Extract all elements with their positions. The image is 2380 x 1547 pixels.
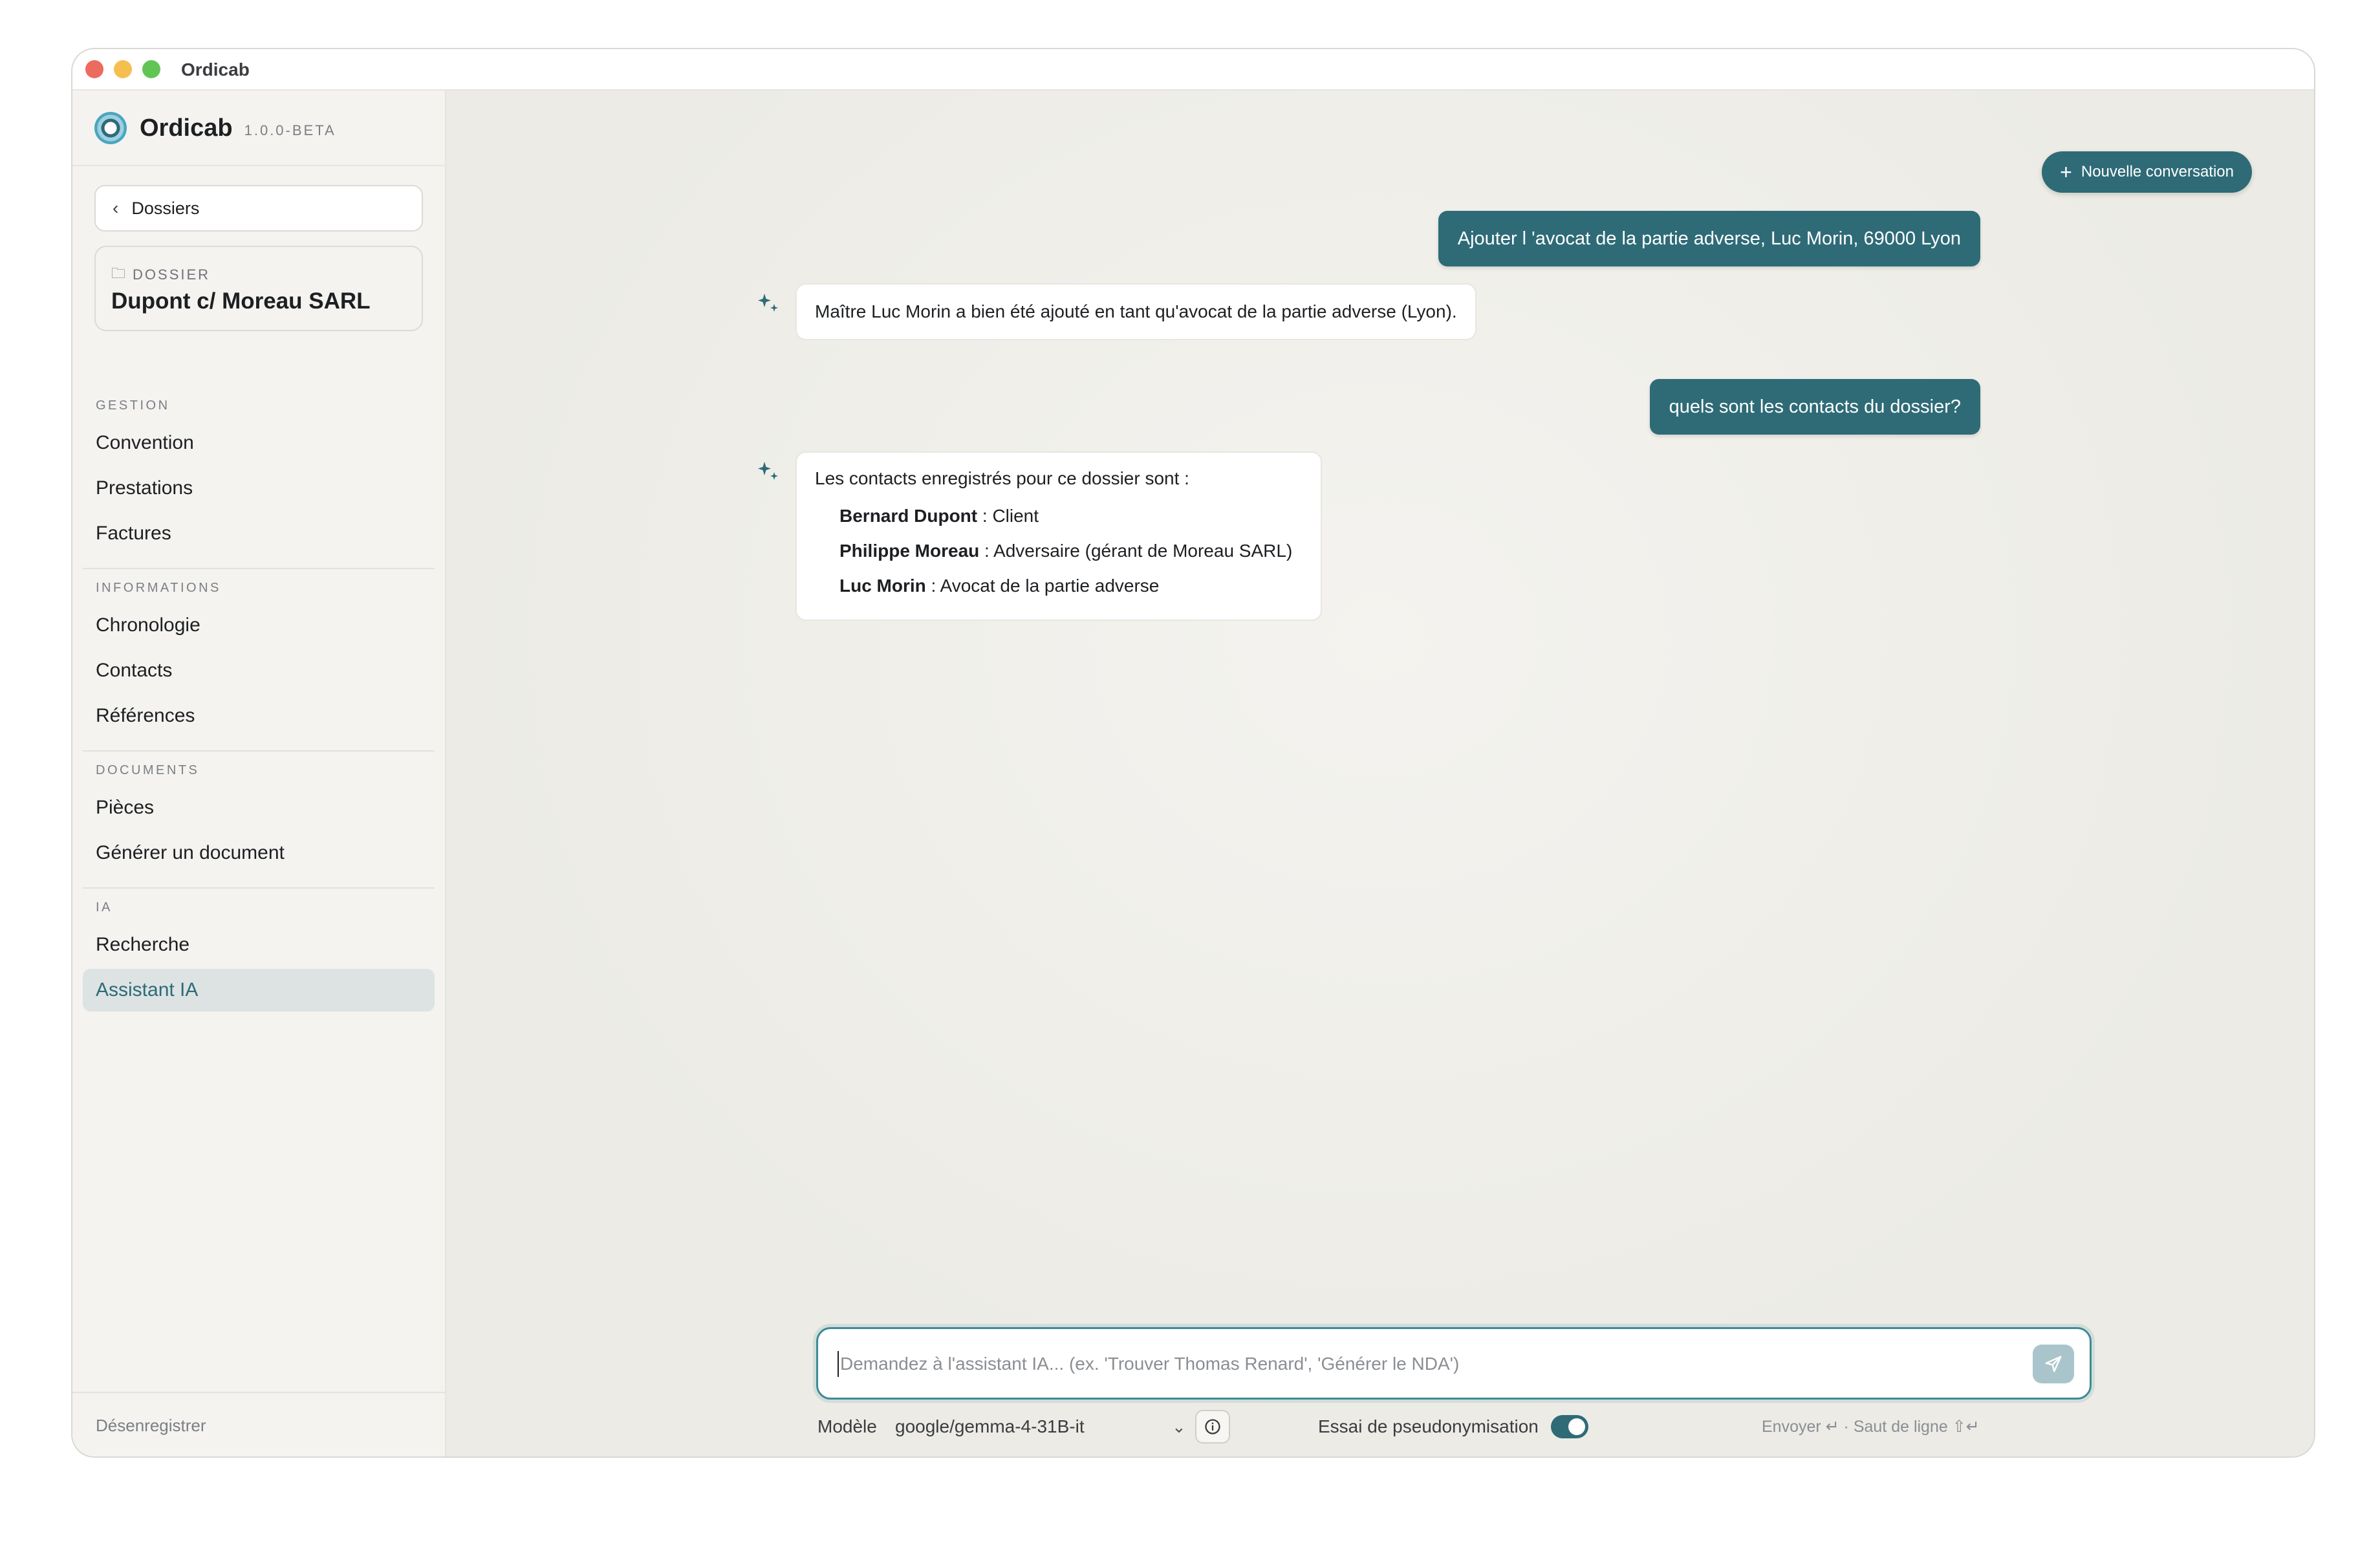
model-info-button[interactable] (1195, 1410, 1230, 1444)
minimize-window-button[interactable] (114, 60, 132, 78)
contact-desc: : Avocat de la partie adverse (925, 576, 1160, 596)
toggle-knob (1568, 1418, 1585, 1435)
zoom-window-button[interactable] (142, 60, 160, 78)
ordicab-logo-icon (94, 112, 127, 144)
dossier-card: 🗀 DOSSIER Dupont c/ Moreau SARL (94, 246, 423, 331)
divider (72, 1392, 445, 1393)
sidebar-item-factures[interactable]: Factures (83, 512, 435, 555)
divider (83, 887, 435, 889)
text-caret (838, 1351, 839, 1377)
contact-name: Bernard Dupont (839, 506, 978, 526)
back-to-dossiers-button[interactable]: ‹ Dossiers (94, 185, 423, 232)
contact-name: Philippe Moreau (839, 541, 980, 561)
dossier-label: DOSSIER (133, 266, 211, 283)
assistant-message: Les contacts enregistrés pour ce dossier… (795, 451, 1322, 621)
sidebar-item-recherche[interactable]: Recherche (83, 924, 435, 966)
sparkle-icon (758, 294, 778, 312)
chevron-left-icon: ‹ (113, 198, 119, 218)
list-item: Bernard Dupont : Client (839, 503, 1303, 529)
list-item: Philippe Moreau : Adversaire (gérant de … (839, 538, 1303, 564)
window-title: Ordicab (181, 60, 250, 80)
app-window: Ordicab Ordicab 1.0.0-BETA ‹ Dossiers 🗀 … (72, 49, 2314, 1456)
brand-version: 1.0.0-BETA (244, 122, 336, 138)
assistant-message-intro: Les contacts enregistrés pour ce dossier… (815, 468, 1189, 488)
sidebar-item-convention[interactable]: Convention (83, 422, 435, 464)
section-label-ia: IA (96, 900, 113, 914)
user-message: Ajouter l 'avocat de la partie adverse, … (1438, 211, 1980, 266)
sidebar-item-pieces[interactable]: Pièces (83, 786, 435, 829)
send-icon (2045, 1356, 2062, 1372)
contact-desc: : Client (977, 506, 1039, 526)
model-label: Modèle (817, 1416, 877, 1436)
sidebar-item-references[interactable]: Références (83, 695, 435, 737)
divider (72, 165, 445, 166)
dossier-label-row: 🗀 DOSSIER (111, 263, 210, 287)
list-item: Luc Morin : Avocat de la partie adverse (839, 573, 1303, 599)
new-conversation-label: Nouvelle conversation (2081, 163, 2234, 180)
section-label-documents: DOCUMENTS (96, 763, 200, 777)
section-label-gestion: GESTION (96, 398, 170, 413)
sidebar: Ordicab 1.0.0-BETA ‹ Dossiers 🗀 DOSSIER … (72, 91, 446, 1456)
pseudonymisation-toggle[interactable] (1551, 1415, 1588, 1438)
dossier-name: Dupont c/ Moreau SARL (111, 288, 371, 314)
title-bar: Ordicab (72, 49, 2314, 91)
brand-name: Ordicab (140, 114, 233, 142)
sidebar-item-contacts[interactable]: Contacts (83, 649, 435, 692)
sidebar-item-chronologie[interactable]: Chronologie (83, 604, 435, 647)
assistant-message: Maître Luc Morin a bien été ajouté en ta… (795, 283, 1477, 340)
send-button[interactable] (2033, 1345, 2074, 1383)
info-icon (1205, 1419, 1220, 1434)
divider (83, 750, 435, 752)
back-button-label: Dossiers (131, 198, 200, 218)
model-select[interactable]: google/gemma-4-31B-it (895, 1409, 1085, 1445)
plus-icon: + (2060, 160, 2072, 184)
sidebar-item-generer-document[interactable]: Générer un document (83, 832, 435, 874)
divider (83, 568, 435, 569)
contact-list: Bernard Dupont : Client Philippe Moreau … (815, 503, 1303, 599)
keyboard-shortcuts-hint: Envoyer ↵ · Saut de ligne ⇧↵ (1762, 1418, 1980, 1436)
sidebar-item-prestations[interactable]: Prestations (83, 467, 435, 510)
contact-desc: : Adversaire (gérant de Moreau SARL) (979, 541, 1293, 561)
sidebar-item-assistant-ia[interactable]: Assistant IA (83, 969, 435, 1012)
chevron-down-icon[interactable]: ⌄ (1172, 1409, 1186, 1445)
user-message: quels sont les contacts du dossier? (1649, 379, 1980, 435)
pseudonymisation-label: Essai de pseudonymisation (1318, 1416, 1539, 1436)
new-conversation-button[interactable]: + Nouvelle conversation (2042, 151, 2252, 193)
chat-input[interactable]: Demandez à l'assistant IA... (ex. 'Trouv… (816, 1327, 2092, 1400)
contact-name: Luc Morin (839, 576, 926, 596)
chat-area: + Nouvelle conversation Ajouter l 'avoca… (446, 91, 2314, 1456)
chat-input-placeholder: Demandez à l'assistant IA... (ex. 'Trouv… (840, 1354, 1460, 1374)
sparkle-icon (758, 462, 778, 480)
brand: Ordicab 1.0.0-BETA (94, 110, 336, 146)
close-window-button[interactable] (85, 60, 103, 78)
unregister-link[interactable]: Désenregistrer (96, 1416, 206, 1436)
section-label-informations: INFORMATIONS (96, 581, 221, 595)
folder-icon: 🗀 (111, 265, 128, 281)
